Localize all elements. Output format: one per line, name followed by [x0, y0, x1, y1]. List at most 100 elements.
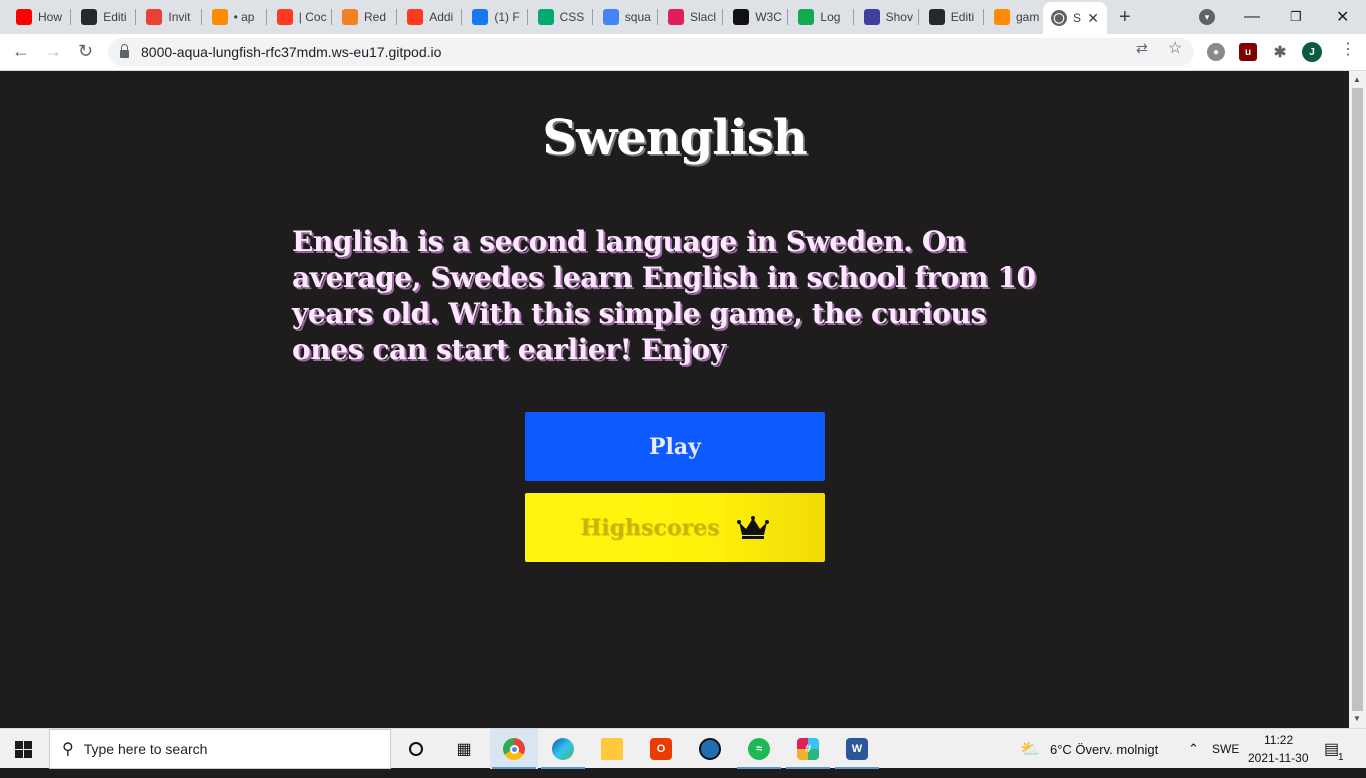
browser-tab[interactable]: Editi — [921, 4, 984, 30]
tab-label: Red — [364, 10, 387, 24]
puzzle-extensions-icon[interactable]: ✱ — [1271, 43, 1289, 61]
browser-tab[interactable]: Editi — [73, 4, 137, 30]
play-label: Play — [649, 433, 701, 460]
new-tab-button[interactable]: + — [1119, 6, 1131, 29]
taskbar-search-placeholder: Type here to search — [83, 741, 208, 757]
intro-text: English is a second language in Sweden. … — [292, 225, 1036, 366]
taskbar-word[interactable]: W — [833, 729, 881, 769]
scroll-down-icon[interactable]: ▼ — [1353, 714, 1361, 723]
browser-tab[interactable]: Invit — [138, 4, 202, 30]
browser-tab[interactable]: Addi — [399, 4, 463, 30]
tab-separator — [461, 9, 463, 25]
readme-icon — [863, 9, 880, 25]
url-text[interactable]: 8000-aqua-lungfish-rfc37mdm.ws-eu17.gitp… — [141, 44, 441, 60]
browser-tab[interactable]: • ap — [204, 4, 267, 30]
taskbar-file-explorer[interactable] — [588, 729, 636, 769]
cortana-icon[interactable] — [392, 729, 440, 769]
globe-icon: ◯ — [1051, 10, 1067, 26]
tab-label: (1) F — [494, 10, 520, 24]
play-button[interactable]: Play — [525, 412, 825, 481]
browser-tab[interactable]: Shov — [856, 4, 919, 30]
browser-tab[interactable]: Slacl — [660, 4, 724, 30]
tray-expand-icon[interactable]: ⌃ — [1188, 729, 1199, 769]
browser-tab[interactable]: W3C — [725, 4, 789, 30]
taskbar-spotify[interactable]: ≈ — [735, 729, 783, 769]
page-title: Swenglish — [542, 110, 807, 166]
close-tab-icon[interactable]: ✕ — [1087, 10, 1099, 27]
translate-icon[interactable]: ⇄ — [1136, 40, 1148, 57]
youtube-icon — [16, 9, 32, 25]
google-icon — [602, 9, 619, 25]
browser-tab[interactable]: Log — [790, 4, 854, 30]
slack-icon: # — [797, 738, 819, 760]
bookmark-star-icon[interactable]: ☆ — [1168, 38, 1182, 58]
tab-label: Editi — [950, 10, 975, 24]
address-bar[interactable]: 8000-aqua-lungfish-rfc37mdm.ws-eu17.gitp… — [108, 38, 1194, 66]
restore-button[interactable]: ❐ — [1290, 0, 1302, 34]
opera-icon — [407, 9, 424, 25]
browser-tab[interactable]: Red — [334, 4, 398, 30]
tab-active[interactable]: ◯ S ✕ — [1043, 2, 1107, 34]
tab-label: Editi — [103, 10, 127, 24]
reload-icon[interactable]: ↻ — [78, 41, 93, 62]
taskbar-office[interactable]: O — [637, 729, 685, 769]
highscores-button[interactable]: Highscores — [525, 493, 825, 562]
profile-avatar[interactable]: J — [1302, 42, 1322, 62]
tab-separator — [852, 9, 854, 25]
tab-label: Log — [820, 10, 841, 24]
page-scrollbar[interactable]: ▲ ▼ — [1349, 71, 1366, 728]
taskbar-slack[interactable]: # — [784, 729, 832, 769]
taskbar-edge[interactable] — [539, 729, 587, 769]
facebook-icon — [472, 9, 489, 25]
scroll-up-icon[interactable]: ▲ — [1353, 75, 1361, 84]
menu-kebab-icon[interactable]: ⋮ — [1340, 39, 1356, 59]
folder-icon — [601, 738, 623, 760]
back-arrow-icon[interactable]: ← — [12, 41, 30, 62]
minimize-button[interactable]: — — [1244, 0, 1260, 34]
notification-center-icon[interactable]: ▤ — [1324, 729, 1339, 769]
browser-tab[interactable]: | Coc — [269, 4, 332, 30]
tab-label: How — [38, 10, 63, 24]
tab-label: • ap — [233, 10, 255, 24]
office-icon: O — [650, 738, 672, 760]
weather-text[interactable]: 6°C Överv. molnigt — [1050, 729, 1158, 769]
input-language[interactable]: SWE — [1212, 729, 1239, 769]
browser-tab[interactable]: CSS — [530, 4, 593, 30]
tab-separator — [200, 9, 202, 25]
browser-tab[interactable]: gam — [986, 4, 1050, 30]
ublock-icon[interactable]: u — [1239, 43, 1257, 61]
forward-arrow-icon[interactable]: → — [44, 41, 62, 62]
tab-label: CSS — [559, 10, 585, 24]
leaf-icon — [798, 9, 815, 25]
task-view-icon[interactable]: ▦ — [440, 729, 488, 769]
tab-separator — [396, 9, 398, 25]
taskbar-app-blue[interactable] — [686, 729, 734, 769]
taskbar-search-box[interactable]: ⚲ Type here to search — [49, 729, 391, 769]
tab-separator — [656, 9, 658, 25]
tab-label: Slacl — [690, 10, 717, 24]
tab-separator — [917, 9, 919, 25]
scrollbar-thumb[interactable] — [1352, 88, 1363, 711]
gmail-icon — [146, 9, 163, 25]
tab-separator — [722, 9, 724, 25]
browser-tab[interactable]: How — [8, 4, 72, 30]
tab-separator — [330, 9, 332, 25]
tab-label: | Coc — [298, 10, 327, 24]
browser-tab[interactable]: (1) F — [464, 4, 528, 30]
tab-separator — [265, 9, 267, 25]
tab-separator — [135, 9, 137, 25]
lock-icon[interactable] — [120, 44, 129, 58]
extension-icon[interactable]: ● — [1207, 43, 1225, 61]
notification-count-badge: 1 — [1338, 751, 1344, 763]
tab-search-icon[interactable]: ▾ — [1199, 9, 1215, 25]
tab-separator — [591, 9, 593, 25]
clock-date[interactable]: 2021-11-30 — [1248, 738, 1309, 778]
taskbar-chrome[interactable] — [490, 729, 538, 769]
weather-icon[interactable]: ⛅ — [1020, 729, 1040, 769]
browser-tab[interactable]: squa — [595, 4, 658, 30]
windows-start-icon[interactable] — [15, 741, 32, 758]
app-sphere-icon — [699, 738, 721, 760]
word-icon: W — [846, 738, 868, 760]
tab-separator — [526, 9, 528, 25]
close-window-button[interactable]: ✕ — [1336, 0, 1349, 34]
